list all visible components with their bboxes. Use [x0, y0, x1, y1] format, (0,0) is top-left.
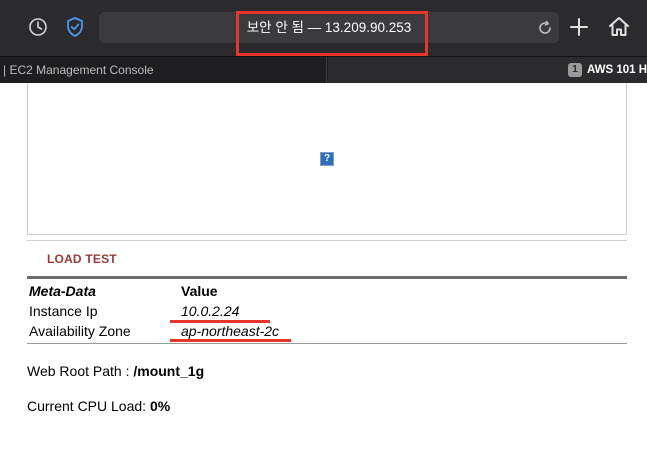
divider: [27, 240, 627, 241]
image-frame: ?: [27, 83, 627, 235]
address-bar[interactable]: 보안 안 됨 — 13.209.90.253: [99, 12, 559, 43]
table-row-value: 10.0.2.24: [181, 303, 240, 319]
cpu-load-label: Current CPU Load:: [27, 398, 150, 414]
table-row-value: ap-northeast-2c: [181, 323, 280, 339]
table-header-metadata: Meta-Data: [29, 283, 96, 299]
web-root-label: Web Root Path :: [27, 363, 134, 379]
home-icon[interactable]: [606, 14, 632, 40]
table-header-value: Value: [181, 283, 218, 299]
reload-icon[interactable]: [536, 19, 554, 37]
web-root-value: /mount_1g: [133, 363, 205, 379]
cpu-load-value: 0%: [149, 398, 171, 414]
tab-ec2-console[interactable]: | EC2 Management Console: [0, 57, 327, 83]
zone-underline-annotation: [170, 339, 291, 342]
web-root-path: Web Root Path : /mount_1g: [27, 363, 204, 379]
address-text: 보안 안 됨 — 13.209.90.253: [246, 20, 412, 35]
table-row-key: Instance Ip: [29, 303, 98, 319]
table-bottom-border: [27, 343, 627, 344]
shield-check-icon: [67, 17, 83, 37]
privacy-shield-button[interactable]: [62, 14, 88, 40]
page-content: ? LOAD TEST Meta-Data Value Instance Ip …: [0, 83, 647, 465]
broken-image-icon: ?: [320, 152, 334, 166]
browser-toolbar: 보안 안 됨 — 13.209.90.253: [0, 0, 647, 56]
tab-badge: 1: [568, 63, 582, 77]
table-top-border: [27, 276, 627, 279]
tab-strip: | EC2 Management Console 1 AWS 101 HO: [0, 56, 647, 83]
cpu-load: Current CPU Load: 0%: [27, 398, 170, 414]
clock-icon: [29, 18, 47, 36]
plus-icon[interactable]: [567, 15, 591, 39]
tab-label: | EC2 Management Console: [3, 63, 154, 77]
history-button[interactable]: [25, 14, 51, 40]
table-row-key: Availability Zone: [29, 323, 131, 339]
tab-aws-101[interactable]: 1 AWS 101 HO: [328, 57, 647, 83]
tab-label: AWS 101 HO: [587, 64, 647, 76]
section-title: LOAD TEST: [47, 252, 117, 266]
